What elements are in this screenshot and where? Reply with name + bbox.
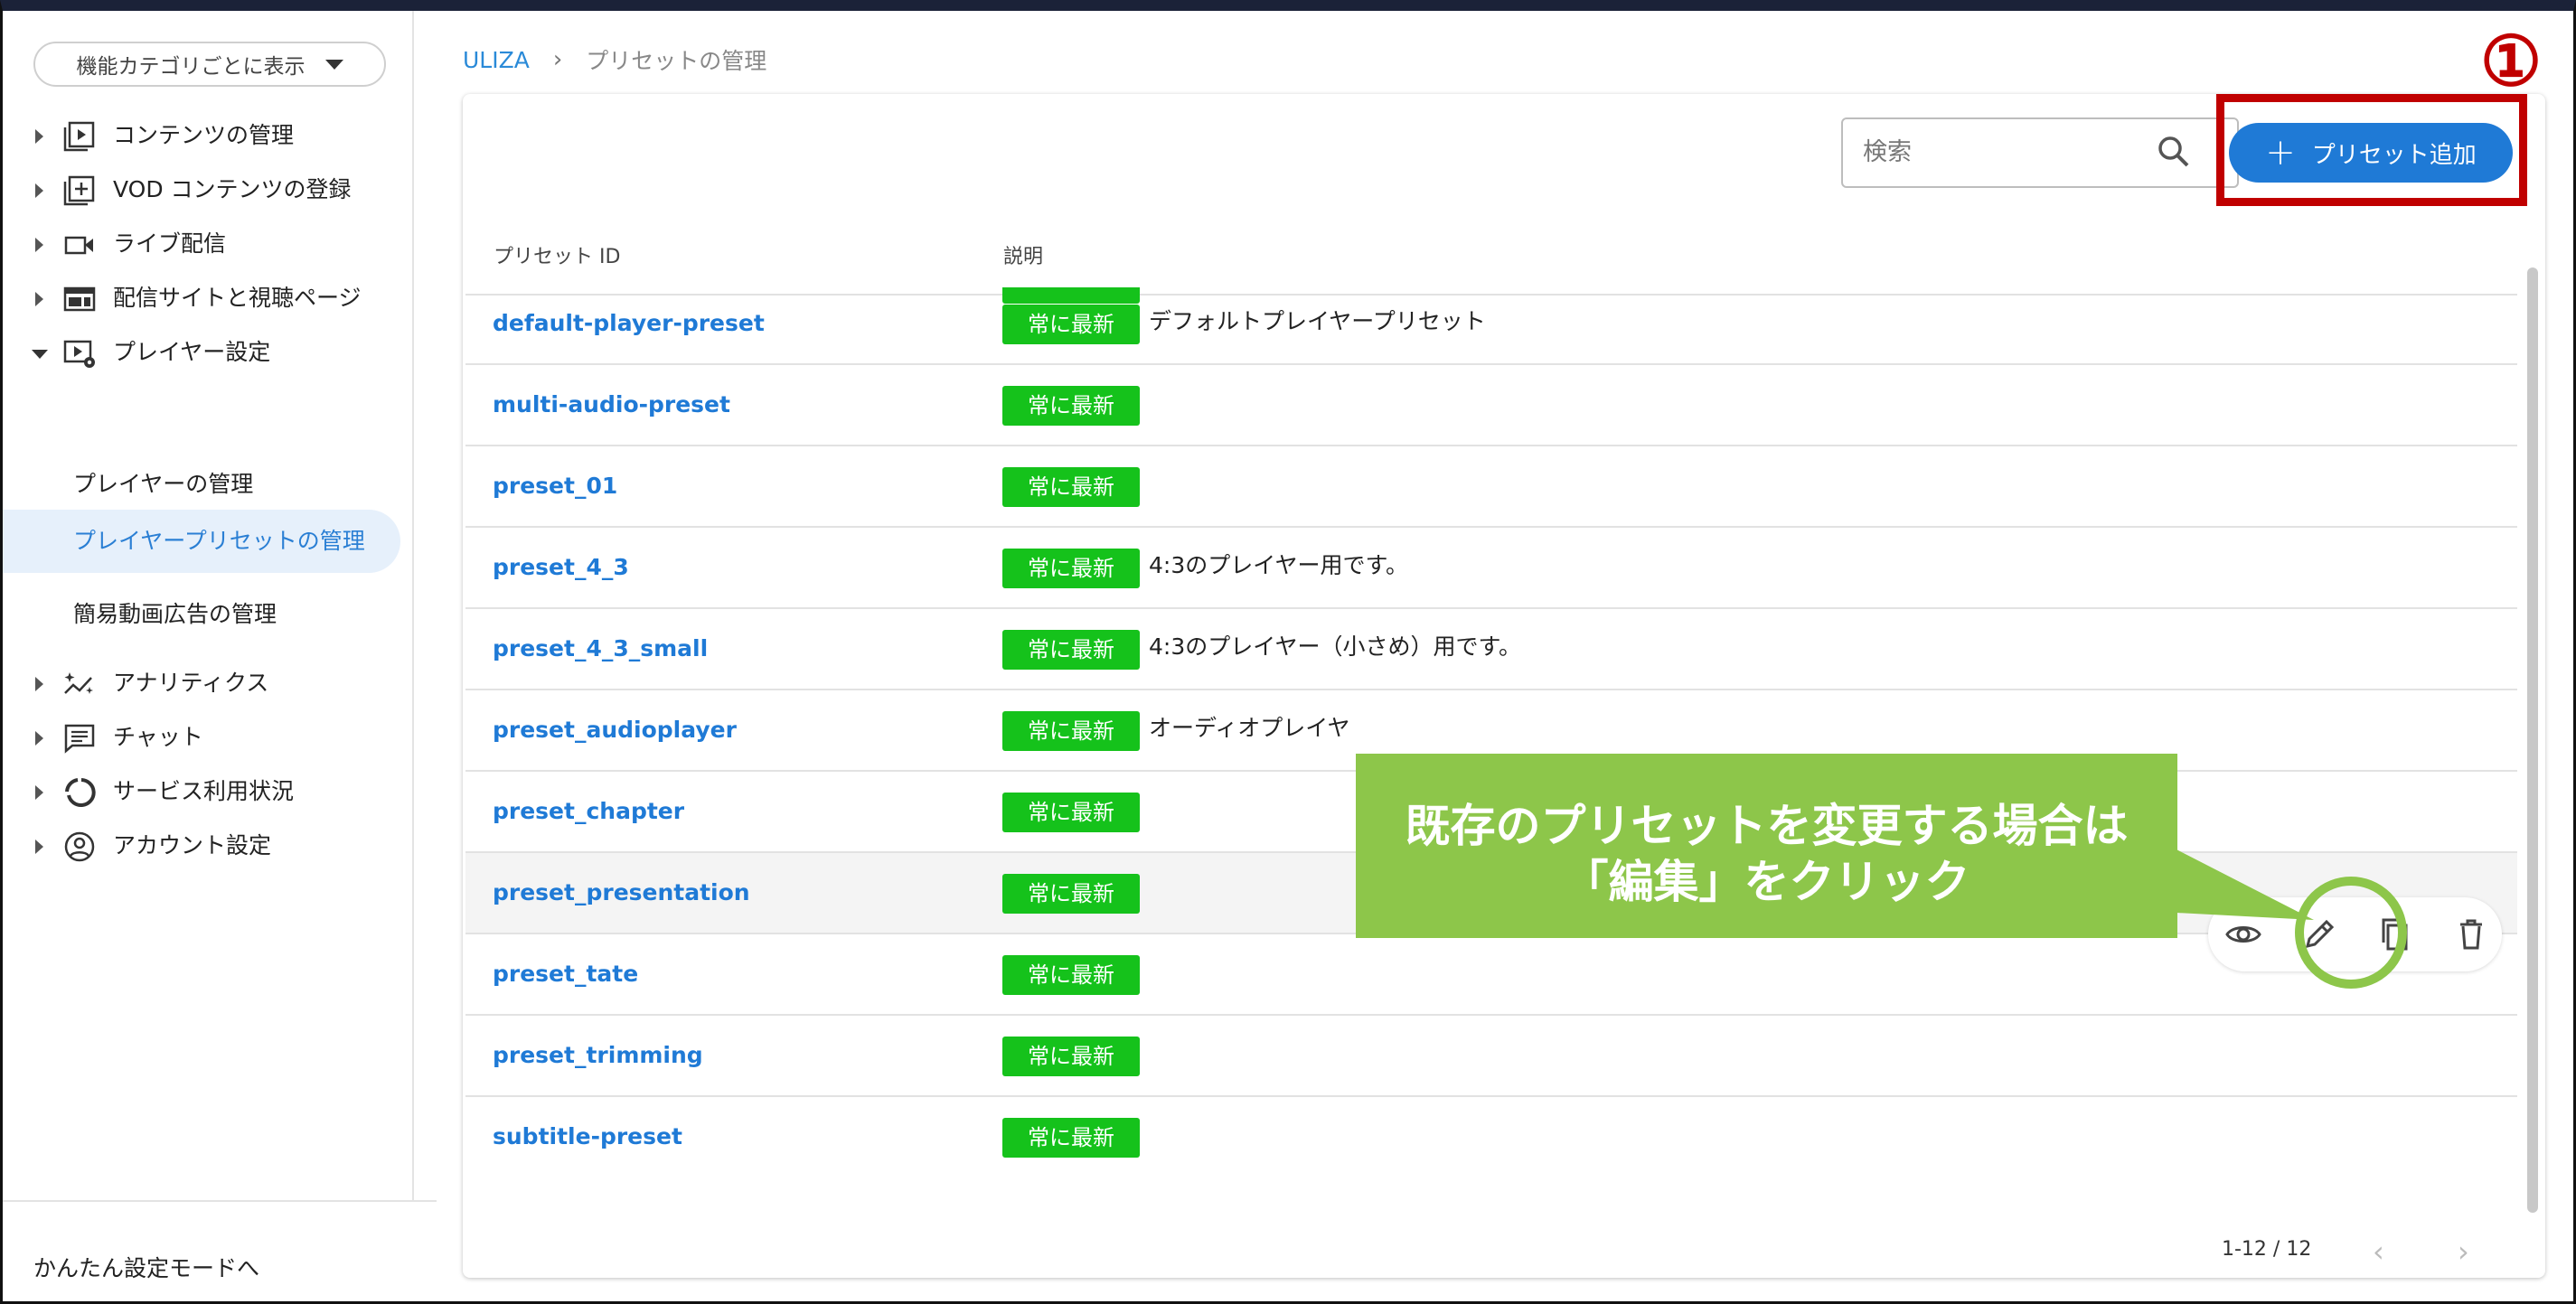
chevron-down-icon (32, 350, 48, 359)
chevron-right-icon (35, 292, 43, 306)
sidebar-item-vod-register[interactable]: VOD コンテンツの登録 (3, 163, 412, 217)
preset-id-link[interactable]: preset_01 (493, 446, 617, 526)
status-tag: 常に最新 (1002, 874, 1140, 914)
player-settings-icon (63, 340, 95, 368)
sidebar-item-contents[interactable]: コンテンツの管理 (3, 108, 412, 163)
chevron-right-icon[interactable]: › (2458, 1234, 2469, 1269)
preset-id-link[interactable]: preset_audioplayer (493, 690, 737, 770)
status-tag: 常に最新 (1002, 955, 1140, 995)
pagination-range: 1-12 / 12 (2222, 1238, 2312, 1261)
table-row[interactable]: preset_trimming 常に最新 (465, 1016, 2517, 1095)
category-select-label: 機能カテゴリごとに表示 (76, 55, 306, 79)
column-header-preset-id[interactable]: プリセット ID (494, 240, 620, 269)
sidebar-item-label: 配信サイトと視聴ページ (113, 285, 362, 311)
highlight-box (2216, 94, 2527, 206)
breadcrumb-current: プリセットの管理 (586, 48, 767, 74)
sidebar-item-analytics[interactable]: アナリティクス (3, 656, 412, 710)
sidebar-subitem-preset-manage[interactable]: プレイヤープリセットの管理 (3, 510, 400, 573)
status-tag: 常に最新 (1002, 711, 1140, 751)
status-tag: 常に最新 (1002, 1118, 1140, 1158)
play-box-icon (63, 121, 95, 152)
analytics-sparkle-icon (64, 672, 93, 694)
highlight-ring (2295, 877, 2407, 989)
status-tag: 常に最新 (1002, 1037, 1140, 1076)
category-select[interactable]: 機能カテゴリごとに表示 (33, 42, 386, 87)
chevron-right-icon (35, 677, 43, 691)
status-tag: 常に最新 (1002, 467, 1140, 507)
preset-description: 4:3のプレイヤー用です。 (1149, 552, 1408, 578)
sidebar-footer-divider (3, 1200, 437, 1202)
preset-id-link[interactable]: subtitle-preset (493, 1097, 682, 1177)
chevron-left-icon[interactable]: ‹ (2373, 1234, 2384, 1269)
chevron-right-icon (35, 840, 43, 854)
account-circle-icon (64, 831, 95, 862)
sidebar-item-account[interactable]: アカウント設定 (3, 819, 412, 873)
trash-icon[interactable] (2452, 915, 2490, 953)
search-icon[interactable] (2156, 134, 2192, 170)
column-header-description: 説明 (1003, 246, 1044, 268)
sidebar-item-sites[interactable]: 配信サイトと視聴ページ (3, 271, 412, 325)
sidebar: 機能カテゴリごとに表示 コンテンツの管理 VOD コンテンツの登録 ライブ配信 … (3, 11, 412, 1301)
preset-id-link[interactable]: preset_4_3_small (493, 609, 708, 689)
sidebar-item-label: コンテンツの管理 (113, 122, 295, 148)
table-row[interactable]: preset_01 常に最新 (465, 446, 2517, 526)
preset-id-link[interactable]: preset_4_3 (493, 528, 629, 607)
table-row[interactable]: default-player-preset 常に最新 デフォルトプレイヤープリセット (465, 284, 2517, 363)
sidebar-item-player-settings[interactable]: プレイヤー設定 (3, 325, 412, 380)
sidebar-item-chat[interactable]: チャット (3, 710, 412, 765)
chevron-right-icon (35, 238, 43, 252)
callout-line-2: 「編集」をクリック (1563, 856, 1970, 908)
status-tag: 常に最新 (1002, 305, 1140, 344)
preset-description: デフォルトプレイヤープリセット (1149, 308, 1486, 334)
table-row[interactable]: preset_4_3_small 常に最新 4:3のプレイヤー（小さめ）用です。 (465, 609, 2517, 689)
sidebar-item-label: チャット (113, 724, 203, 750)
sidebar-subitem-player-manage[interactable]: プレイヤーの管理 (3, 453, 400, 516)
preset-id-link[interactable]: preset_trimming (493, 1016, 703, 1095)
status-tag: 常に最新 (1002, 386, 1140, 426)
sidebar-item-label: プレイヤー設定 (113, 339, 271, 365)
sidebar-item-live[interactable]: ライブ配信 (3, 217, 412, 271)
table-row[interactable]: preset_4_3 常に最新 4:3のプレイヤー用です。 (465, 528, 2517, 607)
status-tag: 常に最新 (1002, 630, 1140, 670)
sidebar-item-label: アナリティクス (113, 670, 269, 696)
breadcrumb-separator: › (552, 46, 563, 73)
annotation-callout: 既存のプリセットを変更する場合は 「編集」をクリック (1356, 754, 2177, 938)
sidebar-item-usage[interactable]: サービス利用状況 (3, 765, 412, 819)
chevron-right-icon (35, 183, 43, 198)
web-layout-icon (63, 286, 96, 312)
preset-id-link[interactable]: preset_presentation (493, 853, 750, 933)
chevron-down-icon (324, 59, 343, 70)
step-marker: ① (2480, 21, 2543, 101)
preset-id-link[interactable]: preset_chapter (493, 772, 684, 851)
status-tag: 常に最新 (1002, 549, 1140, 588)
sidebar-item-label: アカウント設定 (113, 832, 272, 858)
chevron-right-icon (35, 129, 43, 144)
donut-chart-icon (65, 778, 96, 807)
plus-box-icon (63, 175, 95, 206)
preset-id-link[interactable]: multi-audio-preset (493, 365, 730, 445)
chevron-right-icon (35, 785, 43, 800)
breadcrumb: ULIZA › プリセットの管理 (463, 43, 766, 76)
sidebar-divider (412, 11, 414, 1200)
sidebar-item-label: サービス利用状況 (113, 778, 295, 804)
preset-id-link[interactable]: default-player-preset (493, 284, 765, 363)
sidebar-item-label: VOD コンテンツの登録 (113, 176, 352, 202)
chat-icon (64, 724, 95, 754)
table-row[interactable]: multi-audio-preset 常に最新 (465, 365, 2517, 445)
preset-description: 4:3のプレイヤー（小さめ）用です。 (1149, 633, 1521, 660)
breadcrumb-home[interactable]: ULIZA (463, 47, 530, 73)
scrollbar-thumb[interactable] (2527, 267, 2538, 1213)
chevron-right-icon (35, 731, 43, 746)
preset-description: オーディオプレイヤ (1149, 715, 1350, 741)
preset-id-link[interactable]: preset_tate (493, 934, 638, 1014)
easy-mode-link[interactable]: かんたん設定モードへ (33, 1251, 259, 1283)
sidebar-item-label: ライブ配信 (113, 230, 227, 257)
table-row[interactable]: subtitle-preset 常に最新 (465, 1097, 2517, 1177)
status-tag: 常に最新 (1002, 793, 1140, 832)
sidebar-subitem-ads-manage[interactable]: 簡易動画広告の管理 (3, 583, 400, 646)
video-camera-icon (64, 236, 93, 255)
